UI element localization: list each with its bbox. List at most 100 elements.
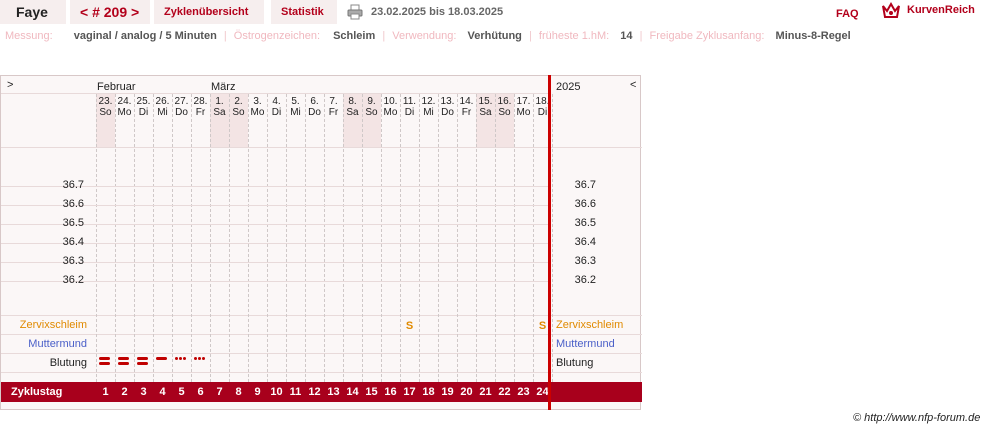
bleeding-heavy-mark[interactable] bbox=[118, 357, 129, 360]
day-weekday: Di bbox=[271, 107, 282, 118]
day-label[interactable]: 12. Mi bbox=[419, 96, 438, 118]
day-gridline bbox=[153, 94, 154, 382]
copyright: © http://www.nfp-forum.de bbox=[853, 412, 981, 424]
day-label[interactable]: 17. Mo bbox=[514, 96, 533, 118]
day-label[interactable]: 3. Mo bbox=[248, 96, 267, 118]
temp-label-left: 36.6 bbox=[62, 198, 84, 210]
day-date: 24. bbox=[117, 96, 132, 107]
day-gridline bbox=[172, 94, 173, 382]
bleeding-heavy-mark[interactable] bbox=[99, 362, 110, 365]
day-date: 28. bbox=[193, 96, 208, 107]
bleeding-medium-mark[interactable] bbox=[156, 357, 167, 360]
day-gridline bbox=[248, 94, 249, 382]
day-weekday: Sa bbox=[346, 107, 359, 118]
day-date: 15. bbox=[478, 96, 493, 107]
zervixschleim-label: Zervixschleim bbox=[19, 319, 87, 331]
day-label[interactable]: 7. Fr bbox=[324, 96, 343, 118]
cycle-day-number: 9 bbox=[254, 386, 261, 398]
temp-label-right: 36.6 bbox=[574, 198, 596, 210]
day-label[interactable]: 10. Mo bbox=[381, 96, 400, 118]
day-gridline bbox=[476, 94, 477, 382]
day-date: 3. bbox=[253, 96, 262, 107]
day-label[interactable]: 26. Mi bbox=[153, 96, 172, 118]
temp-label-left: 36.5 bbox=[62, 217, 84, 229]
day-label[interactable]: 2. So bbox=[229, 96, 248, 118]
day-weekday: Do bbox=[441, 107, 454, 118]
day-gridline bbox=[362, 94, 363, 382]
day-label[interactable]: 5. Mi bbox=[286, 96, 305, 118]
printer-icon[interactable] bbox=[347, 4, 363, 20]
day-gridline bbox=[305, 94, 306, 382]
day-date: 23. bbox=[98, 96, 113, 107]
day-gridline bbox=[419, 94, 420, 382]
day-label[interactable]: 4. Di bbox=[267, 96, 286, 118]
day-weekday: Sa bbox=[479, 107, 492, 118]
day-label[interactable]: 1. Sa bbox=[210, 96, 229, 118]
bleeding-spotting-mark[interactable] bbox=[202, 357, 205, 360]
cycle-day-number: 8 bbox=[235, 386, 242, 398]
tab-zyklenuebersicht[interactable]: Zyklenübersicht bbox=[154, 0, 264, 24]
day-weekday: Mo bbox=[117, 107, 132, 118]
temp-label-left: 36.2 bbox=[62, 274, 84, 286]
day-label[interactable]: 24. Mo bbox=[115, 96, 134, 118]
day-weekday: So bbox=[498, 107, 511, 118]
day-label[interactable]: 6. Do bbox=[305, 96, 324, 118]
day-label[interactable]: 11. Di bbox=[400, 96, 419, 118]
bleeding-heavy-mark[interactable] bbox=[118, 362, 129, 365]
day-date: 26. bbox=[155, 96, 170, 107]
day-gridline bbox=[457, 94, 458, 382]
cycle-day-number: 16 bbox=[384, 386, 397, 398]
bleeding-heavy-mark[interactable] bbox=[137, 362, 148, 365]
cycle-day-number: 12 bbox=[308, 386, 321, 398]
nav-next-button[interactable]: < bbox=[630, 79, 636, 91]
day-date: 1. bbox=[215, 96, 224, 107]
day-weekday: Mi bbox=[290, 107, 301, 118]
zervixschleim-label-right: Zervixschleim bbox=[556, 319, 624, 331]
bleeding-heavy-mark[interactable] bbox=[99, 357, 110, 360]
day-weekday: Mo bbox=[383, 107, 398, 118]
day-date: 2. bbox=[234, 96, 243, 107]
logo-text[interactable]: KurvenReich bbox=[907, 4, 975, 16]
bleeding-spotting-mark[interactable] bbox=[179, 357, 182, 360]
day-label[interactable]: 13. Do bbox=[438, 96, 457, 118]
day-label[interactable]: 14. Fr bbox=[457, 96, 476, 118]
day-gridline bbox=[533, 94, 534, 382]
bleeding-spotting-mark[interactable] bbox=[183, 357, 186, 360]
day-label[interactable]: 25. Di bbox=[134, 96, 153, 118]
day-label[interactable]: 9. So bbox=[362, 96, 381, 118]
day-date: 5. bbox=[291, 96, 300, 107]
tab-statistik[interactable]: Statistik bbox=[271, 0, 337, 24]
day-label[interactable]: 15. Sa bbox=[476, 96, 495, 118]
day-label[interactable]: 27. Do bbox=[172, 96, 191, 118]
day-date: 25. bbox=[136, 96, 151, 107]
bleeding-heavy-mark[interactable] bbox=[137, 357, 148, 360]
bleeding-spotting-mark[interactable] bbox=[198, 357, 201, 360]
cycle-day-number: 10 bbox=[270, 386, 283, 398]
nav-prev-button[interactable]: > bbox=[7, 79, 13, 91]
blutung-label-right: Blutung bbox=[556, 357, 594, 369]
temp-label-right: 36.2 bbox=[574, 274, 596, 286]
temp-label-right: 36.4 bbox=[574, 236, 596, 248]
day-date: 27. bbox=[174, 96, 189, 107]
day-label[interactable]: 23. So bbox=[96, 96, 115, 118]
day-label[interactable]: 28. Fr bbox=[191, 96, 210, 118]
day-label[interactable]: 8. Sa bbox=[343, 96, 362, 118]
date-range: 23.02.2025 bis 18.03.2025 bbox=[371, 6, 504, 18]
bleeding-spotting-mark[interactable] bbox=[175, 357, 178, 360]
freigabe-value: Minus-8-Regel bbox=[775, 30, 851, 42]
bleeding-spotting-mark[interactable] bbox=[194, 357, 197, 360]
day-date: 17. bbox=[516, 96, 531, 107]
crown-logo-icon[interactable] bbox=[881, 2, 901, 20]
user-name: Faye bbox=[0, 0, 66, 24]
cycle-day-number: 21 bbox=[479, 386, 492, 398]
day-date: 14. bbox=[459, 96, 474, 107]
day-gridline bbox=[438, 94, 439, 382]
temp-label-right: 36.3 bbox=[574, 255, 596, 267]
verwendung-value: Verhütung bbox=[467, 30, 522, 42]
faq-link[interactable]: FAQ bbox=[836, 8, 859, 20]
zervix-mark[interactable]: S bbox=[400, 320, 419, 332]
cycle-navigator[interactable]: < # 209 > bbox=[70, 0, 150, 24]
day-gridline bbox=[324, 94, 325, 382]
day-label[interactable]: 16. So bbox=[495, 96, 514, 118]
day-gridline bbox=[96, 94, 97, 382]
